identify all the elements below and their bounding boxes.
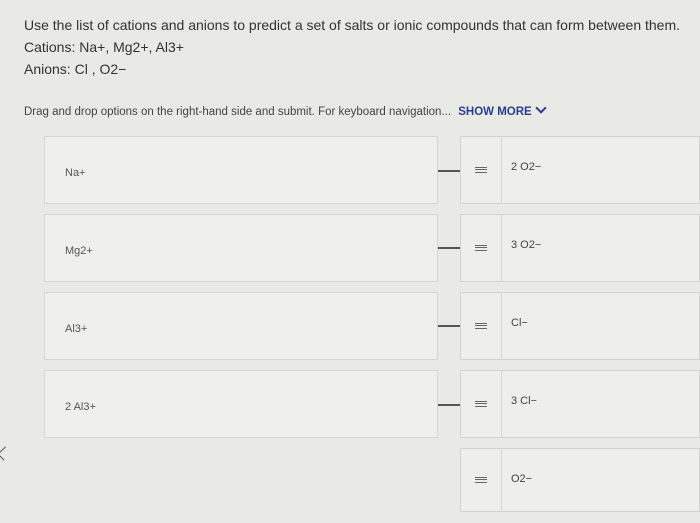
show-more-link[interactable]: SHOW MORE [458,102,547,118]
drag-handle-icon[interactable] [461,215,501,281]
option-tile-3-o2[interactable]: 3 O2− [460,214,700,282]
divider [501,449,502,511]
drag-handle-icon[interactable] [461,293,501,359]
option-tile-3-cl[interactable]: 3 Cl− [460,370,700,438]
option-label: 3 O2− [511,239,542,251]
option-tile-cl[interactable]: Cl− [460,292,700,360]
target-label: Al3+ [65,323,88,335]
target-label: Mg2+ [65,245,93,257]
connector-line [438,170,460,172]
anions-line: Anions: Cl , O2− [24,61,127,77]
option-label: 2 O2− [511,161,542,173]
drop-target-al[interactable]: Al3+ [44,292,438,360]
cations-line: Cations: Na+, Mg2+, Al3+ [24,39,184,55]
target-label: 2 Al3+ [65,401,96,413]
divider [501,137,502,203]
target-label: Na+ [65,167,86,179]
option-label: 3 Cl− [511,395,537,407]
question-prompt: Use the list of cations and anions to pr… [24,17,681,33]
drag-handle-icon[interactable] [461,371,501,437]
divider [501,215,502,281]
drag-handle-icon[interactable] [461,449,501,511]
drop-target-2al[interactable]: 2 Al3+ [44,370,438,438]
back-arrow-icon[interactable] [0,446,12,461]
divider [501,371,502,437]
connector-line [438,325,460,327]
option-tile-o2[interactable]: O2− [460,448,700,512]
divider [501,293,502,359]
drag-handle-icon[interactable] [461,137,501,203]
instructions: Drag and drop options on the right-hand … [24,102,547,118]
drop-target-na[interactable]: Na+ [44,136,438,204]
question-text: Use the list of cations and anions to pr… [24,14,680,80]
option-label: Cl− [511,317,528,329]
show-more-label: SHOW MORE [458,106,532,118]
drop-target-mg[interactable]: Mg2+ [44,214,438,282]
instructions-text: Drag and drop options on the right-hand … [24,106,452,118]
chevron-down-icon [535,102,547,114]
option-label: O2− [511,473,533,485]
connector-line [438,404,460,406]
option-tile-2-o2[interactable]: 2 O2− [460,136,700,204]
connector-line [438,247,460,249]
